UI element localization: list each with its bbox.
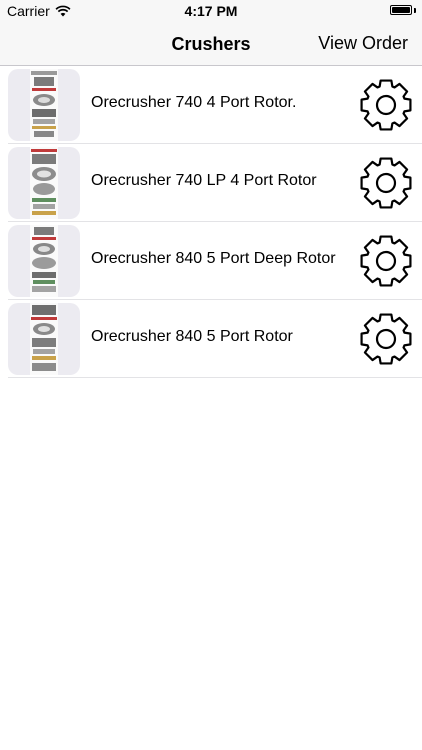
battery-level-fill bbox=[392, 7, 410, 13]
navigation-bar: Crushers View Order bbox=[0, 22, 422, 66]
view-order-button[interactable]: View Order bbox=[318, 33, 408, 54]
list-item[interactable]: Orecrusher 840 5 Port Deep Rotor bbox=[8, 222, 422, 300]
product-thumbnail bbox=[8, 303, 80, 375]
product-thumbnail bbox=[8, 69, 80, 141]
list-item-label: Orecrusher 840 5 Port Rotor bbox=[91, 328, 293, 345]
list-item-label: Orecrusher 840 5 Port Deep Rotor bbox=[91, 250, 336, 267]
gear-icon[interactable] bbox=[358, 77, 414, 133]
product-thumbnail bbox=[8, 225, 80, 297]
status-time: 4:17 PM bbox=[184, 3, 238, 19]
product-thumbnail bbox=[8, 147, 80, 219]
list-item-label: Orecrusher 740 LP 4 Port Rotor bbox=[91, 172, 317, 189]
gear-icon[interactable] bbox=[358, 311, 414, 367]
crusher-list: Orecrusher 740 4 Port Rotor. Orecrusher … bbox=[0, 66, 422, 378]
list-item-label: Orecrusher 740 4 Port Rotor. bbox=[91, 94, 297, 111]
list-item[interactable]: Orecrusher 840 5 Port Rotor bbox=[8, 300, 422, 378]
status-bar: Carrier 4:17 PM bbox=[0, 0, 422, 22]
battery-tip bbox=[414, 8, 416, 13]
gear-icon[interactable] bbox=[358, 233, 414, 289]
list-item[interactable]: Orecrusher 740 4 Port Rotor. bbox=[8, 66, 422, 144]
list-item[interactable]: Orecrusher 740 LP 4 Port Rotor bbox=[8, 144, 422, 222]
battery-icon bbox=[390, 5, 412, 15]
gear-icon[interactable] bbox=[358, 155, 414, 211]
